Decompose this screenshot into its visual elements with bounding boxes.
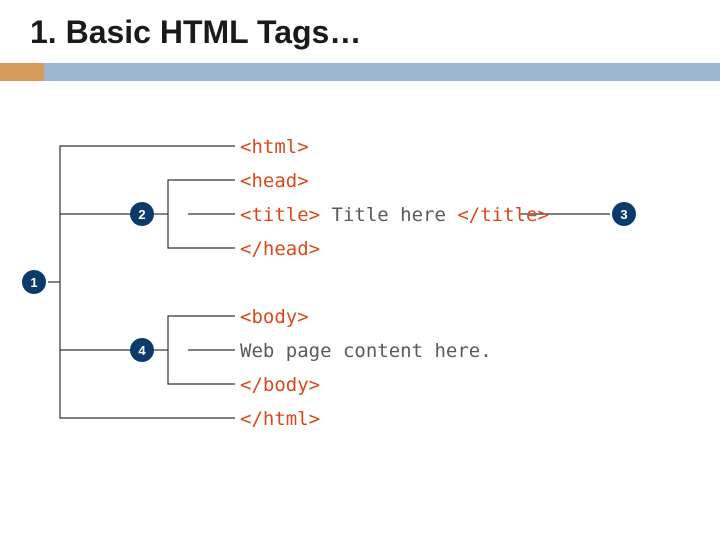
code-title-line: <title> Title here </title> xyxy=(240,204,549,226)
badge-3: 3 xyxy=(612,202,636,226)
html-structure-diagram: 1 2 3 4 <html> <head> <title> Title here… xyxy=(40,136,720,446)
code-html-open: <html> xyxy=(240,136,309,158)
code-html-close: </html> xyxy=(240,408,320,430)
bracket-lines xyxy=(40,136,660,446)
accent-bar-orange xyxy=(0,63,44,81)
code-head-open: <head> xyxy=(240,170,309,192)
slide-title: 1. Basic HTML Tags… xyxy=(30,14,720,51)
badge-1: 1 xyxy=(22,270,46,294)
code-body-close: </body> xyxy=(240,374,320,396)
badge-4: 4 xyxy=(130,338,154,362)
code-body-content: Web page content here. xyxy=(240,340,492,362)
accent-bar xyxy=(0,63,720,81)
code-body-open: <body> xyxy=(240,306,309,328)
code-head-close: </head> xyxy=(240,238,320,260)
slide-header: 1. Basic HTML Tags… xyxy=(0,0,720,51)
accent-bar-blue xyxy=(44,63,720,81)
badge-2: 2 xyxy=(130,202,154,226)
